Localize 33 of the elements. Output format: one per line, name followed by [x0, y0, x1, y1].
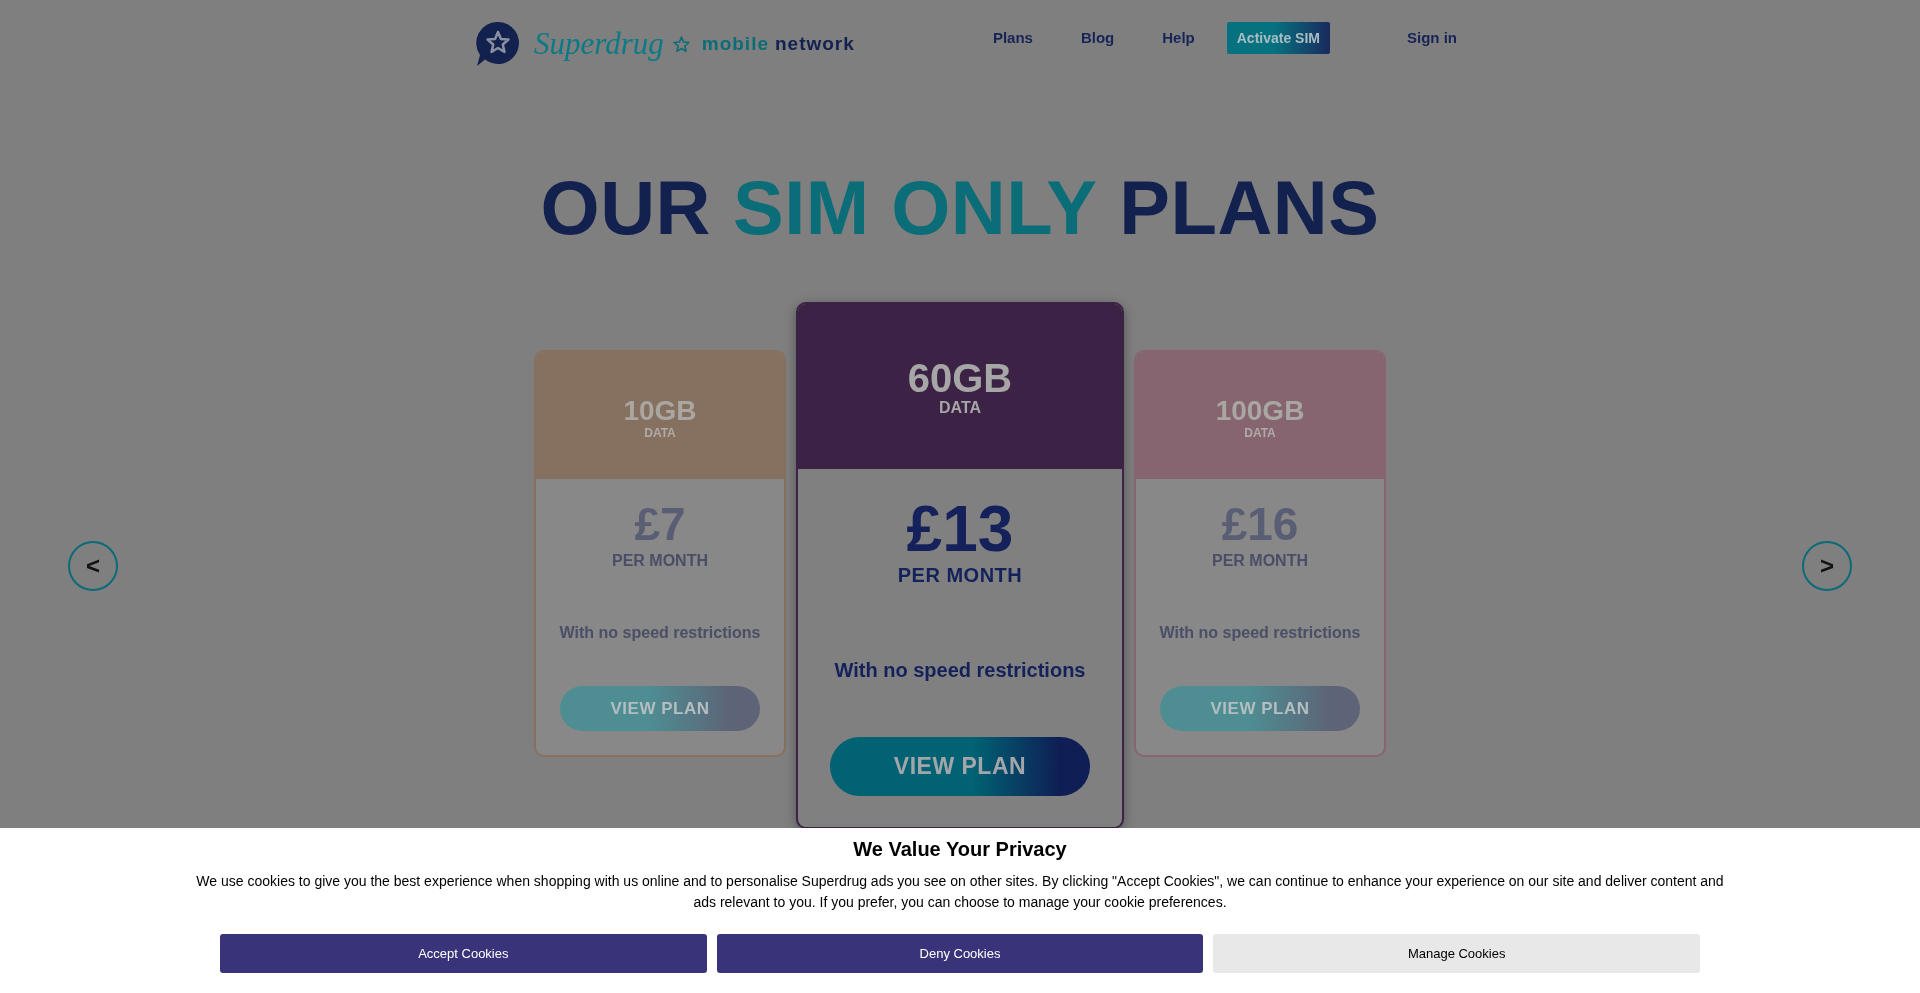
view-plan-button[interactable]: VIEW PLAN	[1160, 686, 1360, 731]
data-amount: 100GB	[1215, 396, 1305, 426]
nav-link[interactable]: Sign in	[1407, 26, 1457, 50]
plan-feature: With no speed restrictions	[834, 658, 1086, 683]
cookie-button[interactable]: Deny Cookies	[716, 934, 1204, 973]
logo-tagline: mobile network	[701, 31, 855, 56]
data-amount: 10GB	[623, 396, 697, 426]
cookie-button[interactable]: Accept Cookies	[220, 934, 707, 973]
price-period: PER MONTH	[612, 551, 708, 571]
price: £13	[906, 495, 1014, 563]
cookie-button[interactable]: Manage Cookies	[1213, 934, 1700, 973]
data-label: DATA	[938, 399, 982, 417]
plan-feature: With no speed restrictions	[559, 623, 761, 643]
data-label: DATA	[644, 426, 676, 440]
banner-text: We use cookies to give you the best experience when shopping with us online and to personalise Superdrug ads you see on other sites. By clicking "Accept Cookies", we can continue to enhance your experience on our site and deliver content and ads relevant to you. If you prefer, you can choose to manage your cookie preferences.	[195, 872, 1725, 912]
star-icon	[672, 35, 690, 53]
banner-title: We Value Your Privacy	[853, 837, 1067, 861]
price-period: PER MONTH	[897, 563, 1023, 587]
data-label: DATA	[1244, 426, 1276, 440]
page-title: OUR SIM ONLY PLANS	[539, 170, 1381, 246]
price-period: PER MONTH	[1212, 551, 1308, 571]
view-plan-button[interactable]: VIEW PLAN	[830, 737, 1090, 796]
nav-link[interactable]: Blog	[1080, 26, 1115, 50]
nav-link[interactable]: Plans	[992, 26, 1033, 50]
previous-button[interactable]: <	[68, 540, 118, 591]
data-amount: 60GB	[907, 357, 1013, 399]
activate-sim-button[interactable]: Activate SIM	[1226, 22, 1330, 54]
next-button[interactable]: >	[1802, 540, 1852, 591]
speech-bubble-star-icon	[476, 22, 520, 66]
logo-wordmark: Superdrug	[534, 26, 664, 62]
view-plan-button[interactable]: VIEW PLAN	[560, 686, 760, 731]
plan-feature: With no speed restrictions	[1159, 623, 1361, 643]
nav-link[interactable]: Help	[1162, 26, 1195, 50]
